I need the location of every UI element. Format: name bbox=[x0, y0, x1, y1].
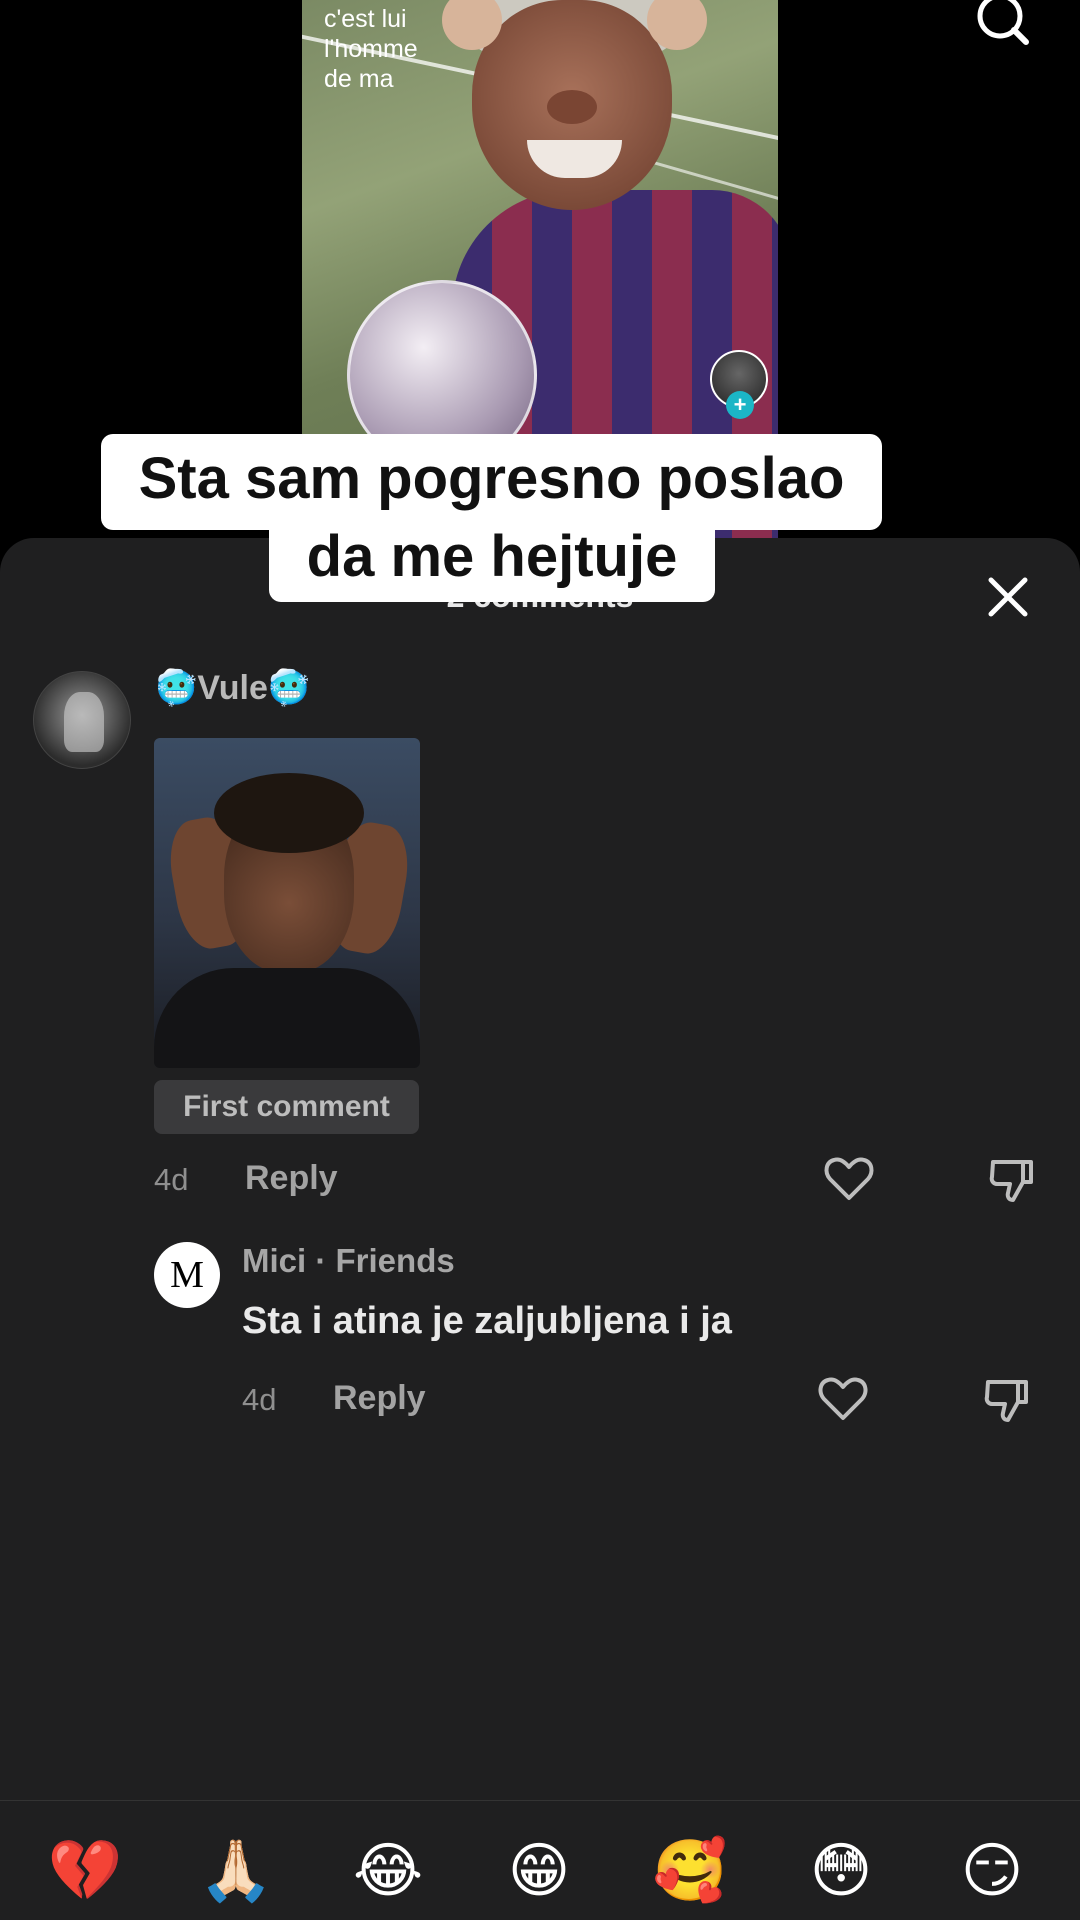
search-icon[interactable] bbox=[972, 0, 1032, 50]
pray-emoji-button[interactable]: 🙏🏻 bbox=[196, 1831, 276, 1911]
overlay-line: de ma bbox=[324, 65, 394, 93]
avatar[interactable]: M bbox=[154, 1242, 220, 1308]
reply-button[interactable]: Reply bbox=[333, 1379, 426, 1418]
comment-header: Mici · Friends bbox=[242, 1242, 455, 1280]
heart-icon[interactable] bbox=[816, 1372, 870, 1426]
emoji-quick-bar: 💔 🙏🏻 😂 😁 🥰 😳 😏 bbox=[0, 1800, 1080, 1920]
overlay-line: c'est lui bbox=[324, 5, 407, 33]
smiling-hearts-emoji-button[interactable]: 🥰 bbox=[650, 1831, 730, 1911]
comment-sheet: 2 comments 🥶Vule🥶 First comment 4d Reply… bbox=[0, 538, 1080, 1920]
avatar-figure bbox=[64, 692, 104, 752]
comment-text: Sta i atina je zaljubljena i ja bbox=[242, 1300, 732, 1342]
tears-of-joy-emoji-button[interactable]: 😂 bbox=[348, 1831, 428, 1911]
filter-nose bbox=[547, 90, 597, 124]
video-overlay-text: c'est lui l'homme de ma bbox=[324, 4, 464, 94]
comment-time: 4d bbox=[154, 1162, 189, 1197]
reply-button[interactable]: Reply bbox=[245, 1159, 338, 1198]
smirk-emoji-button[interactable]: 😏 bbox=[952, 1831, 1032, 1911]
avatar[interactable] bbox=[33, 671, 131, 769]
hair bbox=[214, 773, 364, 853]
flushed-emoji-button[interactable]: 😳 bbox=[801, 1831, 881, 1911]
comment-username[interactable]: Mici bbox=[242, 1242, 306, 1279]
caption-line: da me hejtuje bbox=[269, 516, 715, 602]
comment-time: 4d bbox=[242, 1382, 277, 1417]
comment-username[interactable]: 🥶Vule🥶 bbox=[155, 668, 310, 708]
thumbs-down-icon[interactable] bbox=[985, 1152, 1039, 1206]
broken-heart-emoji-button[interactable]: 💔 bbox=[45, 1831, 125, 1911]
thumbs-down-icon[interactable] bbox=[980, 1372, 1034, 1426]
close-icon[interactable] bbox=[985, 574, 1031, 620]
follow-plus-icon[interactable]: + bbox=[726, 391, 754, 419]
comment-image[interactable] bbox=[154, 738, 420, 1068]
grin-emoji-button[interactable]: 😁 bbox=[499, 1831, 579, 1911]
overlay-line: l'homme bbox=[324, 35, 418, 63]
heart-icon[interactable] bbox=[822, 1152, 876, 1206]
body bbox=[154, 968, 420, 1068]
first-comment-badge: First comment bbox=[154, 1080, 419, 1134]
relation-label: · Friends bbox=[315, 1242, 455, 1279]
